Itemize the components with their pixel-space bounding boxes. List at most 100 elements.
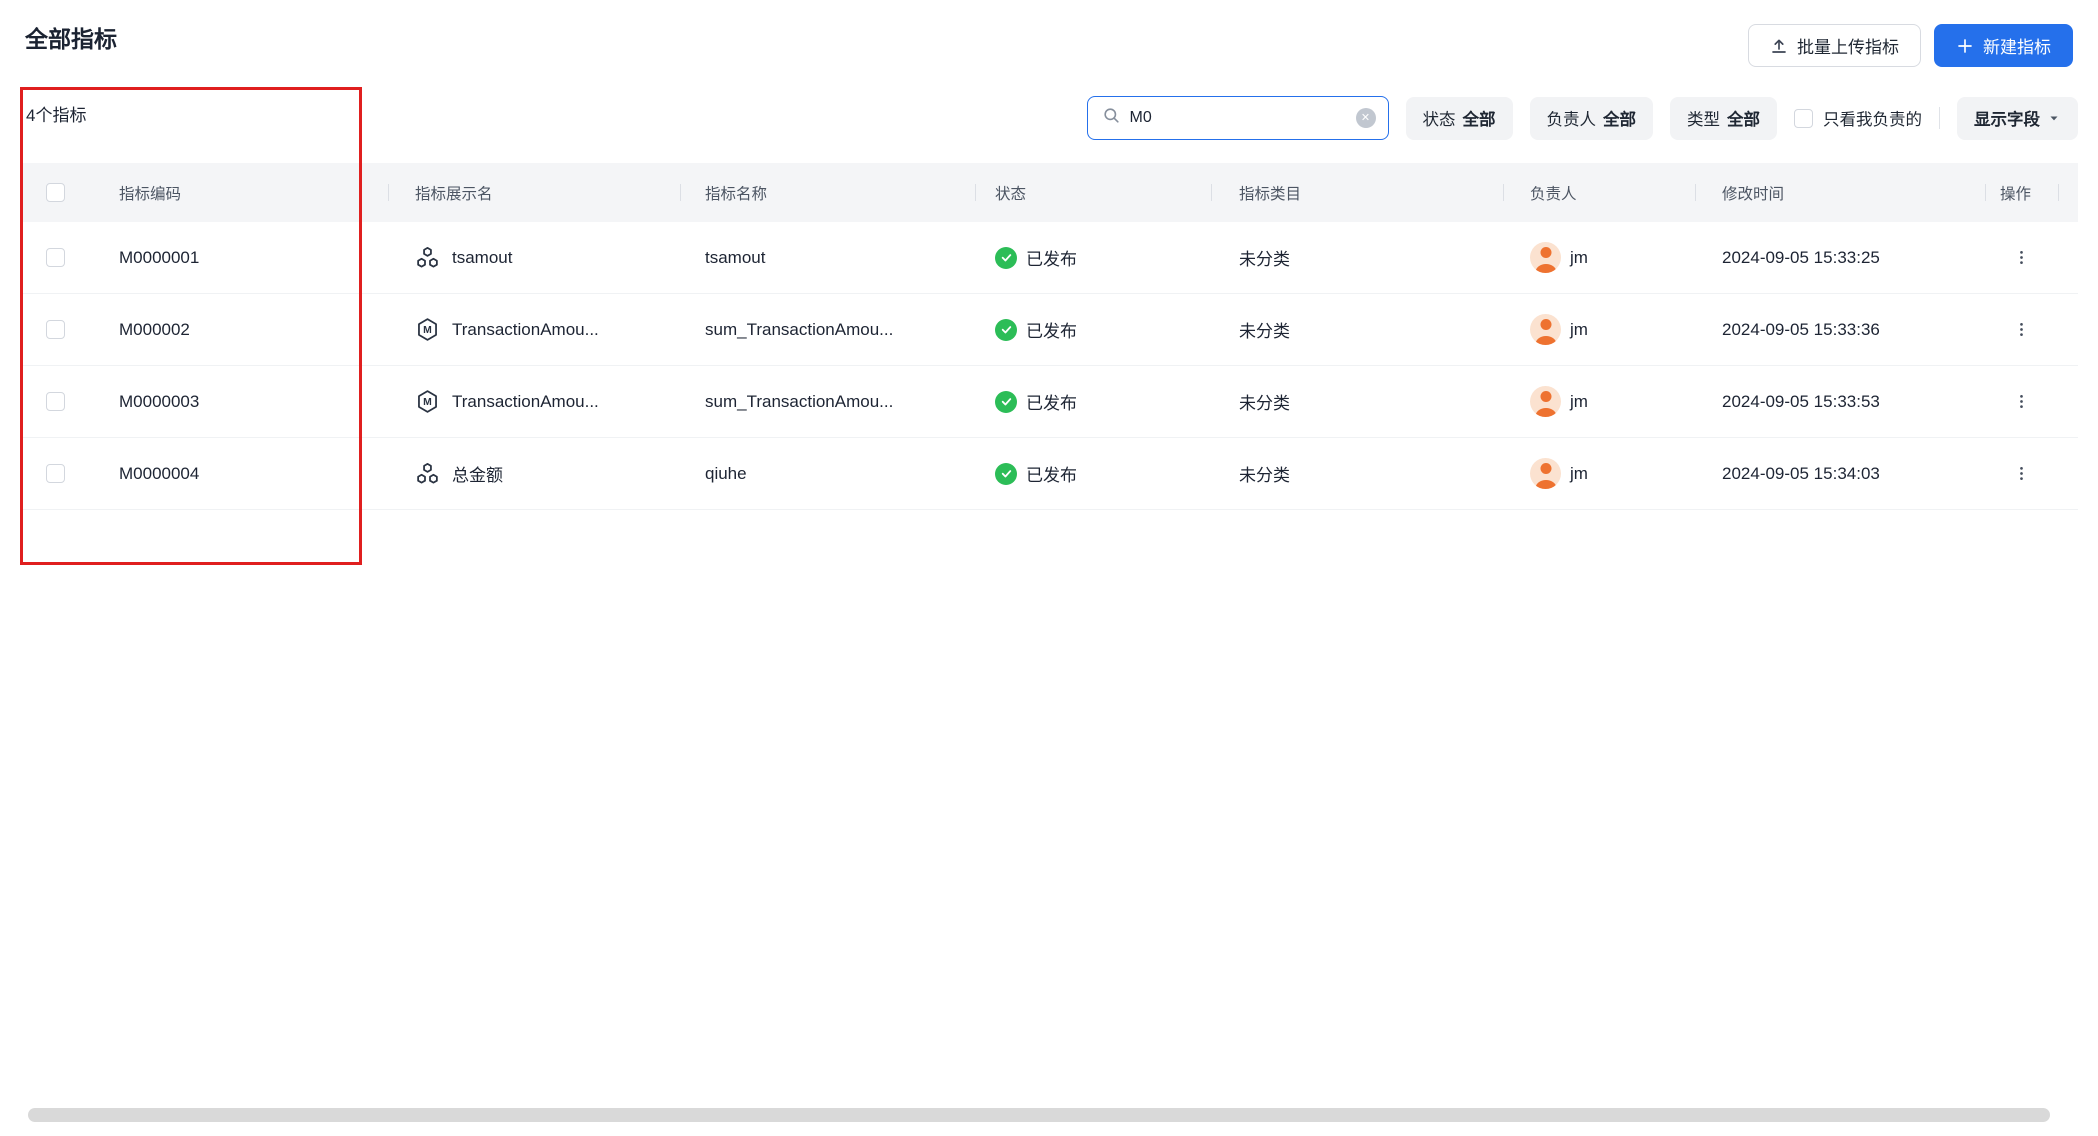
type-filter-chip[interactable]: 类型 全部 xyxy=(1670,96,1777,140)
row-checkbox[interactable] xyxy=(46,464,65,483)
chevron-down-icon xyxy=(2047,111,2061,125)
owner-name: jm xyxy=(1570,247,1588,267)
table-row[interactable]: M0000003 M TransactionAmou... sum_Transa… xyxy=(20,366,2078,438)
metrics-page: 全部指标 批量上传指标 新建指标 4个指标 M0 ✕ 状态 全部 负责人 全部 … xyxy=(0,0,2098,1136)
category-cell: 未分类 xyxy=(1239,466,1290,485)
header-display-name: 指标展示名 xyxy=(388,163,680,222)
search-input[interactable] xyxy=(1129,109,1356,127)
owner-name: jm xyxy=(1570,463,1588,483)
published-check-icon xyxy=(995,390,1017,413)
table-header: 指标编码 指标展示名 指标名称 状态 指标类目 负责人 修改时间 操作 xyxy=(20,163,2078,222)
header-owner: 负责人 xyxy=(1503,163,1695,222)
status-badge: 已发布 xyxy=(1026,466,1077,485)
type-filter-value: 全部 xyxy=(1727,111,1760,129)
metric-name: sum_TransactionAmou... xyxy=(705,391,894,411)
filter-divider xyxy=(1939,107,1940,129)
owner-filter-chip[interactable]: 负责人 全部 xyxy=(1529,96,1653,140)
kebab-menu-icon[interactable] xyxy=(2004,241,2038,275)
status-cell: 已发布 xyxy=(975,294,1211,365)
composite-metric-icon xyxy=(415,245,440,270)
metrics-table: 指标编码 指标展示名 指标名称 状态 指标类目 负责人 修改时间 操作 M000… xyxy=(20,163,2078,510)
table-row[interactable]: M0000004 M 总金额 qiuhe xyxy=(20,438,2078,510)
page-title: 全部指标 xyxy=(25,26,117,52)
create-metric-button[interactable]: 新建指标 xyxy=(1934,24,2073,67)
metric-name: sum_TransactionAmou... xyxy=(705,319,894,339)
table-row[interactable]: M0000001 M tsamout ts xyxy=(20,222,2078,294)
avatar xyxy=(1530,386,1561,417)
owner-cell: jm xyxy=(1503,366,1695,437)
header-category: 指标类目 xyxy=(1211,163,1503,222)
atomic-metric-icon: M xyxy=(415,317,440,342)
batch-upload-button[interactable]: 批量上传指标 xyxy=(1748,24,1921,67)
only-mine-label: 只看我负责的 xyxy=(1823,111,1922,129)
kebab-menu-icon[interactable] xyxy=(2004,313,2038,347)
search-box[interactable]: ✕ xyxy=(1086,96,1389,140)
clear-search-icon[interactable]: ✕ xyxy=(1355,108,1376,128)
status-badge: 已发布 xyxy=(1026,322,1077,341)
table-body: M0000001 M tsamout ts xyxy=(20,222,2078,510)
code-cell: M0000003 xyxy=(20,366,388,437)
actions-cell xyxy=(1985,294,2078,365)
published-check-icon xyxy=(995,246,1017,269)
toolbar: 批量上传指标 新建指标 xyxy=(1748,24,2073,67)
metric-display-name[interactable]: tsamout xyxy=(452,248,512,268)
metric-name: qiuhe xyxy=(705,463,747,483)
code-cell: M0000004 xyxy=(20,438,388,509)
only-mine-checkbox-group[interactable]: 只看我负责的 xyxy=(1794,106,1922,130)
actions-cell xyxy=(1985,222,2078,293)
code-cell: M0000001 xyxy=(20,222,388,293)
only-mine-checkbox[interactable] xyxy=(1794,108,1813,128)
owner-filter-value: 全部 xyxy=(1603,111,1636,129)
kebab-menu-icon[interactable] xyxy=(2004,385,2038,419)
status-cell: 已发布 xyxy=(975,222,1211,293)
create-metric-label: 新建指标 xyxy=(1983,38,2051,57)
batch-upload-label: 批量上传指标 xyxy=(1797,38,1899,57)
kebab-menu-icon[interactable] xyxy=(2004,457,2038,491)
actions-cell xyxy=(1985,366,2078,437)
atomic-metric-icon: M xyxy=(415,389,440,414)
owner-cell: jm xyxy=(1503,438,1695,509)
header-name: 指标名称 xyxy=(680,163,975,222)
avatar xyxy=(1530,458,1561,489)
modified-time: 2024-09-05 15:34:03 xyxy=(1722,463,1880,483)
display-fields-dropdown[interactable]: 显示字段 xyxy=(1957,96,2078,140)
header-code-label: 指标编码 xyxy=(119,185,182,203)
row-checkbox[interactable] xyxy=(46,320,65,339)
status-cell: 已发布 xyxy=(975,366,1211,437)
owner-name: jm xyxy=(1570,319,1588,339)
horizontal-scrollbar[interactable] xyxy=(28,1108,2050,1122)
search-icon xyxy=(1102,106,1121,130)
row-checkbox[interactable] xyxy=(46,392,65,411)
modified-time: 2024-09-05 15:33:25 xyxy=(1722,247,1880,267)
owner-cell: jm xyxy=(1503,294,1695,365)
status-badge: 已发布 xyxy=(1026,394,1077,413)
category-cell: 未分类 xyxy=(1239,394,1290,413)
svg-text:M: M xyxy=(423,397,432,408)
metric-code: M000002 xyxy=(119,319,190,339)
status-filter-label: 状态 xyxy=(1422,111,1456,129)
display-name-cell: M 总金额 xyxy=(388,438,680,509)
metric-code: M0000003 xyxy=(119,391,200,411)
status-filter-chip[interactable]: 状态 全部 xyxy=(1405,96,1513,140)
header-status: 状态 xyxy=(975,163,1211,222)
owner-filter-label: 负责人 xyxy=(1546,111,1597,129)
display-name-cell: M TransactionAmou... xyxy=(388,366,680,437)
table-row[interactable]: M000002 M TransactionAmou... sum_Transac… xyxy=(20,294,2078,366)
category-cell: 未分类 xyxy=(1239,322,1290,341)
upload-icon xyxy=(1770,37,1788,55)
composite-metric-icon xyxy=(415,461,440,486)
display-name-cell: M tsamout xyxy=(388,222,680,293)
published-check-icon xyxy=(995,318,1017,341)
select-all-checkbox[interactable] xyxy=(46,183,65,202)
avatar xyxy=(1530,242,1561,273)
row-checkbox[interactable] xyxy=(46,248,65,267)
header-modified: 修改时间 xyxy=(1695,163,1985,222)
metric-display-name[interactable]: TransactionAmou... xyxy=(452,392,599,412)
metric-display-name[interactable]: TransactionAmou... xyxy=(452,320,599,340)
status-badge: 已发布 xyxy=(1026,250,1077,269)
modified-time: 2024-09-05 15:33:53 xyxy=(1722,391,1880,411)
plus-icon xyxy=(1956,37,1974,55)
metric-display-name[interactable]: 总金额 xyxy=(452,461,503,486)
actions-cell xyxy=(1985,438,2078,509)
owner-cell: jm xyxy=(1503,222,1695,293)
